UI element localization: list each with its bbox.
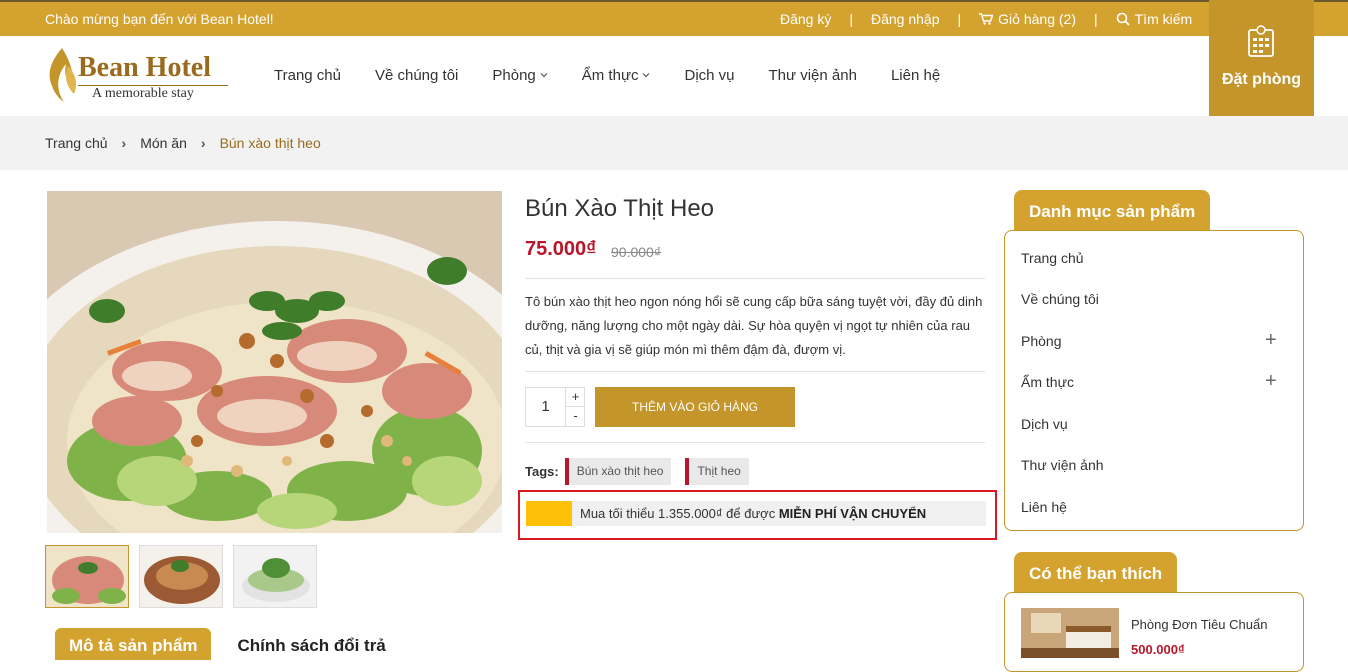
recommend-title: Có thể bạn thích (1014, 552, 1178, 593)
nav-label: Phòng (492, 67, 536, 84)
divider (525, 442, 985, 443)
breadcrumb: Trang chủ › Món ăn › Bún xào thịt heo (0, 116, 1348, 170)
top-links: Đăng ký | Đăng nhập | Giỏ hàng (2) | Tìm… (780, 11, 1192, 27)
category-item-gallery[interactable]: Thư viện ảnh (1021, 457, 1104, 473)
quantity-input[interactable]: 1 (526, 388, 565, 426)
thumbnail-list (45, 545, 327, 608)
category-item-cuisine[interactable]: Ẩm thực (1021, 374, 1074, 390)
chevron-right-icon: › (200, 135, 206, 151)
category-title: Danh mục sản phẩm (1014, 190, 1211, 231)
tab-description[interactable]: Mô tả sản phẩm (55, 628, 212, 660)
quantity-minus-button[interactable]: - (565, 407, 585, 426)
logo-flame-icon (49, 48, 76, 102)
tag-item[interactable]: Thịt heo (685, 458, 749, 485)
product-description: Tô bún xào thịt heo ngon nóng hổi sẽ cun… (525, 294, 983, 357)
category-item-about[interactable]: Về chúng tôi (1021, 291, 1099, 307)
logo[interactable]: Bean Hotel A memorable stay (44, 46, 234, 106)
category-item-home[interactable]: Trang chủ (1021, 250, 1084, 266)
thumbnail-1[interactable] (45, 545, 129, 608)
chevron-down-icon (540, 73, 548, 78)
recommend-list: Phòng Đơn Tiêu Chuẩn 500.000₫ (1004, 592, 1304, 672)
nav-label: Ẩm thực (581, 67, 639, 84)
search-label: Tìm kiếm (1134, 11, 1193, 27)
search-icon (1116, 12, 1130, 26)
recommend-image[interactable] (1021, 608, 1119, 658)
main-nav: Trang chủ Về chúng tôi Phòng Ẩm thực Dịc… (274, 67, 974, 84)
separator: | (1093, 11, 1098, 27)
shipping-message: Mua tối thiểu 1.355.000₫ để được MIỄN PH… (580, 506, 926, 521)
chevron-right-icon: › (121, 135, 127, 151)
thumbnail-image (140, 546, 222, 607)
cart-icon (979, 13, 994, 25)
shipping-highlight: MIỄN PHÍ VẬN CHUYỂN (778, 506, 927, 521)
divider (525, 278, 985, 279)
thumbnail-image (46, 546, 128, 607)
logo-name: Bean Hotel (78, 52, 211, 83)
tag-item[interactable]: Bún xào thịt heo (564, 458, 672, 485)
logo-slogan: A memorable stay (92, 86, 194, 101)
chevron-down-icon (643, 73, 650, 78)
cart-link[interactable]: Giỏ hàng (2) (979, 11, 1076, 27)
recommend-price: 500.000₫ (1131, 642, 1185, 657)
product-tabs: Mô tả sản phẩm Chính sách đổi trả (55, 628, 386, 660)
tags-label: Tags: (525, 464, 559, 479)
divider (525, 371, 985, 372)
nav-item-gallery[interactable]: Thư viện ảnh (769, 67, 857, 84)
product-main-image[interactable] (47, 191, 502, 533)
shipping-progress-bar (526, 501, 572, 526)
free-shipping-box: Mua tối thiểu 1.355.000₫ để được MIỄN PH… (518, 490, 997, 540)
booking-button[interactable]: Đặt phòng (1209, 0, 1314, 116)
category-item-rooms[interactable]: Phòng (1021, 333, 1061, 349)
header: Bean Hotel A memorable stay Trang chủ Về… (0, 36, 1348, 116)
nav-item-contact[interactable]: Liên hệ (891, 67, 940, 84)
top-bar: Chào mừng bạn đến với Bean Hotel! Đăng k… (0, 0, 1348, 36)
nav-item-about[interactable]: Về chúng tôi (375, 67, 458, 84)
nav-item-rooms[interactable]: Phòng (492, 67, 548, 84)
tag-list: Tags: Bún xào thịt heo Thịt heo (525, 458, 763, 485)
cart-label: Giỏ hàng (2) (998, 11, 1076, 27)
breadcrumb-home[interactable]: Trang chủ (45, 135, 108, 151)
breadcrumb-category[interactable]: Món ăn (140, 135, 187, 151)
separator: | (849, 11, 853, 27)
category-item-services[interactable]: Dịch vụ (1021, 416, 1068, 432)
nav-item-services[interactable]: Dịch vụ (684, 67, 734, 84)
login-link[interactable]: Đăng nhập (871, 11, 940, 27)
category-list: Trang chủ Về chúng tôi Phòng + Ẩm thực +… (1004, 230, 1304, 531)
expand-plus-icon[interactable]: + (1265, 330, 1277, 350)
search-link[interactable]: Tìm kiếm (1116, 11, 1193, 27)
thumbnail-3[interactable] (233, 545, 317, 608)
welcome-text: Chào mừng bạn đến với Bean Hotel! (45, 11, 274, 27)
recommend-name[interactable]: Phòng Đơn Tiêu Chuẩn (1131, 617, 1267, 632)
noodle-dish-image (47, 191, 502, 533)
breadcrumb-current: Bún xào thịt heo (219, 135, 321, 151)
thumbnail-image (234, 546, 316, 607)
booking-label: Đặt phòng (1221, 71, 1302, 88)
product-price: 75.000₫ (525, 238, 597, 260)
calendar-icon (1248, 25, 1274, 57)
category-item-contact[interactable]: Liên hệ (1021, 499, 1067, 515)
shipping-text: Mua tối thiểu 1.355.000₫ để được (580, 506, 779, 521)
tab-return-policy[interactable]: Chính sách đổi trả (211, 628, 385, 660)
quantity-stepper: 1 + - (525, 387, 585, 427)
register-link[interactable]: Đăng ký (780, 11, 831, 27)
product-old-price: 90.000₫ (611, 244, 662, 260)
expand-plus-icon[interactable]: + (1265, 371, 1277, 391)
nav-item-cuisine[interactable]: Ẩm thực (582, 67, 651, 84)
nav-item-home[interactable]: Trang chủ (274, 67, 341, 84)
add-to-cart-button[interactable]: THÊM VÀO GIỎ HÀNG (595, 387, 795, 427)
room-image (1021, 608, 1119, 658)
quantity-plus-button[interactable]: + (565, 388, 585, 407)
product-title: Bún Xào Thịt Heo (525, 195, 715, 222)
thumbnail-2[interactable] (139, 545, 223, 608)
separator: | (957, 11, 962, 27)
